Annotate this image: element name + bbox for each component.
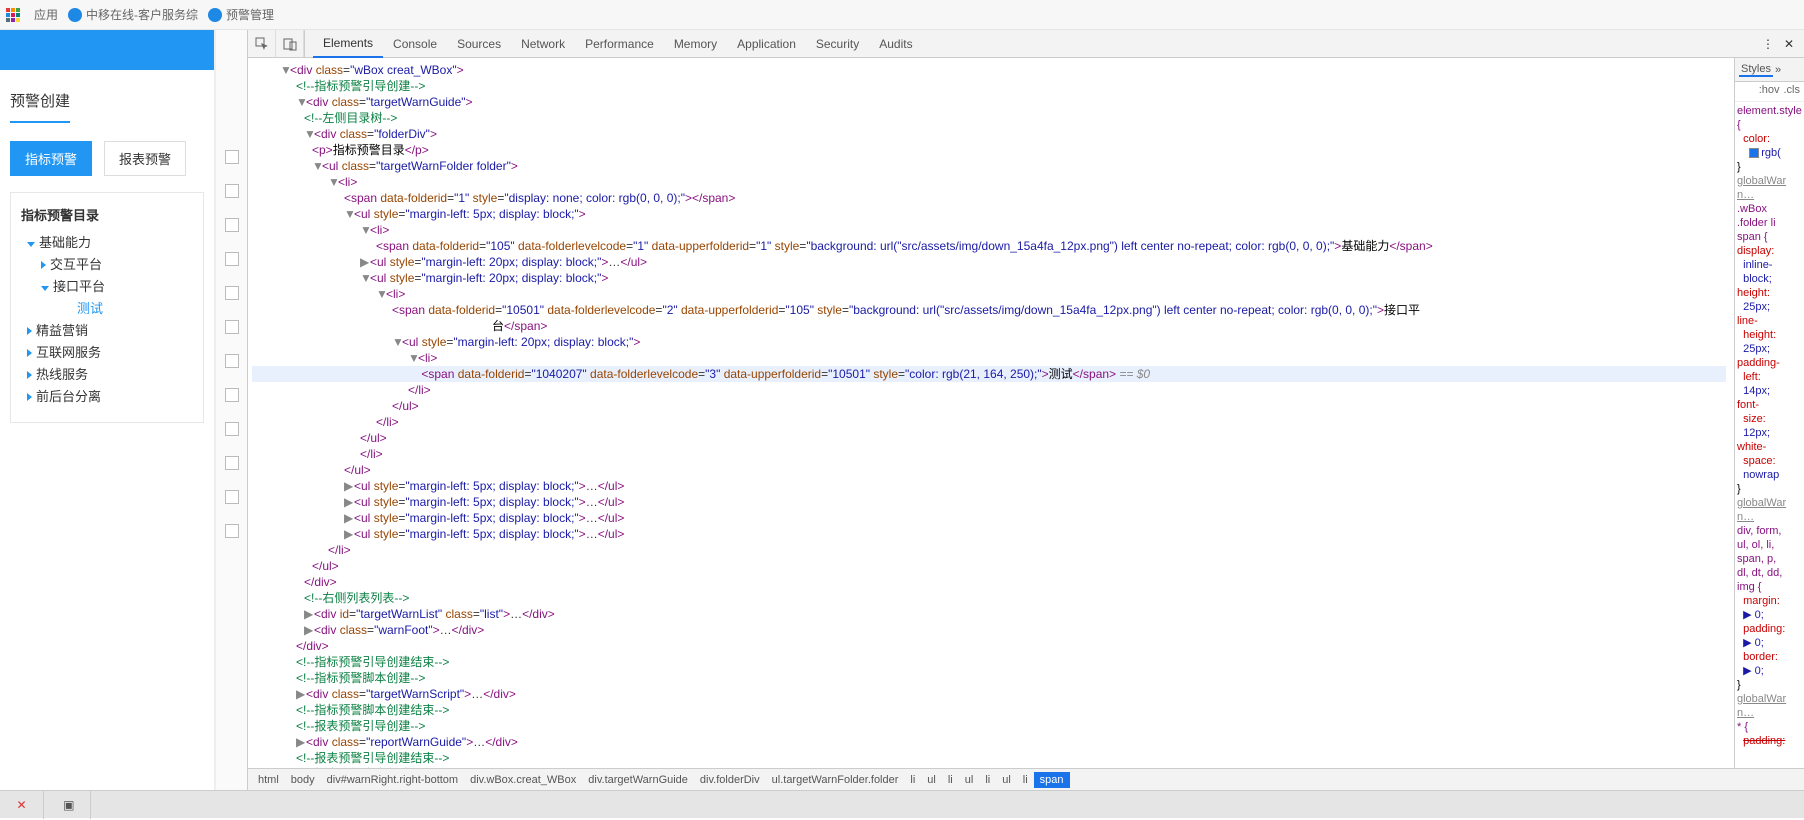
selected-element-line[interactable]: <span data-folderid="1040207" data-folde… xyxy=(252,366,1726,382)
tree-panel: 指标预警目录 基础能力 交互平台 接口平台 测试 精益营销 互联网服务 热线服务… xyxy=(10,192,204,423)
checkbox[interactable] xyxy=(225,524,239,538)
tree-item-test[interactable]: 测试 xyxy=(21,298,193,320)
checkbox[interactable] xyxy=(225,354,239,368)
title-underline xyxy=(10,121,70,123)
checkbox[interactable] xyxy=(225,422,239,436)
tree-item-internet[interactable]: 互联网服务 xyxy=(21,342,193,364)
bookmark-1[interactable]: 中移在线-客户服务综 xyxy=(68,6,198,23)
tab-report-warning[interactable]: 报表预警 xyxy=(104,141,186,176)
checkbox[interactable] xyxy=(225,456,239,470)
hov-toggle[interactable]: :hov xyxy=(1759,84,1780,99)
checkbox[interactable] xyxy=(225,218,239,232)
tab-application[interactable]: Application xyxy=(727,31,806,57)
caret-right-icon xyxy=(27,349,32,357)
breadcrumb-bar[interactable]: html body div#warnRight.right-bottom div… xyxy=(248,768,1804,790)
checkbox[interactable] xyxy=(225,184,239,198)
tree-item-jiaohu[interactable]: 交互平台 xyxy=(21,254,193,276)
app-sidebar: 预警创建 指标预警 报表预警 指标预警目录 基础能力 交互平台 接口平台 测试 … xyxy=(0,30,215,790)
taskbar: ✕ ▣ xyxy=(0,790,1804,818)
tab-security[interactable]: Security xyxy=(806,31,869,57)
tree-item-hotline[interactable]: 热线服务 xyxy=(21,364,193,386)
checkbox[interactable] xyxy=(225,286,239,300)
sidebar-header-blue xyxy=(0,30,214,70)
styles-rules[interactable]: element.style { color: rgb( } globalWarn… xyxy=(1735,102,1804,768)
tab-memory[interactable]: Memory xyxy=(664,31,727,57)
tab-audits[interactable]: Audits xyxy=(869,31,922,57)
tab-network[interactable]: Network xyxy=(511,31,575,57)
tab-sources[interactable]: Sources xyxy=(447,31,511,57)
taskbar-item[interactable]: ▣ xyxy=(47,791,91,819)
cm-logo-icon xyxy=(68,8,82,22)
elements-tree[interactable]: ▼<div class="wBox creat_WBox"> <!--指标预警引… xyxy=(248,58,1734,768)
checkbox-column xyxy=(215,30,247,790)
close-devtools-icon[interactable]: ✕ xyxy=(1778,37,1800,51)
taskbar-item[interactable]: ✕ xyxy=(0,791,44,819)
tree-item-jiekou[interactable]: 接口平台 xyxy=(21,276,193,298)
settings-dots-icon[interactable]: ⋮ xyxy=(1758,37,1778,51)
tab-performance[interactable]: Performance xyxy=(575,31,664,57)
devtools-panel: Elements Console Sources Network Perform… xyxy=(247,30,1804,790)
checkbox[interactable] xyxy=(225,150,239,164)
styles-tab[interactable]: Styles xyxy=(1739,63,1773,77)
apps-icon[interactable] xyxy=(6,8,20,22)
tree-item-basic[interactable]: 基础能力 xyxy=(21,232,193,254)
tab-console[interactable]: Console xyxy=(383,31,447,57)
checkbox[interactable] xyxy=(225,490,239,504)
checkbox[interactable] xyxy=(225,252,239,266)
cm-logo-icon xyxy=(208,8,222,22)
cls-toggle[interactable]: .cls xyxy=(1784,84,1801,99)
caret-right-icon xyxy=(27,393,32,401)
styles-panel: Styles » :hov .cls element.style { color… xyxy=(1734,58,1804,768)
checkbox[interactable] xyxy=(225,320,239,334)
bookmark-2[interactable]: 预警管理 xyxy=(208,6,274,23)
breadcrumb-selected: span xyxy=(1034,772,1070,788)
page-title: 预警创建 xyxy=(10,90,204,121)
styles-more-icon[interactable]: » xyxy=(1773,64,1783,76)
tree-item-front-back[interactable]: 前后台分离 xyxy=(21,386,193,408)
tree-item-jingyi[interactable]: 精益营销 xyxy=(21,320,193,342)
tab-elements[interactable]: Elements xyxy=(313,30,383,58)
caret-right-icon xyxy=(27,327,32,335)
browser-bookmarks-bar: 应用 中移在线-客户服务综 预警管理 xyxy=(0,0,1804,30)
caret-right-icon xyxy=(27,371,32,379)
tree-panel-title: 指标预警目录 xyxy=(21,201,193,232)
caret-down-icon xyxy=(41,286,49,291)
checkbox[interactable] xyxy=(225,388,239,402)
inspect-element-icon[interactable] xyxy=(248,30,276,57)
caret-right-icon xyxy=(41,261,46,269)
apps-label[interactable]: 应用 xyxy=(34,6,58,23)
tab-indicator-warning[interactable]: 指标预警 xyxy=(10,141,92,176)
device-toggle-icon[interactable] xyxy=(276,30,304,57)
caret-down-icon xyxy=(27,242,35,247)
